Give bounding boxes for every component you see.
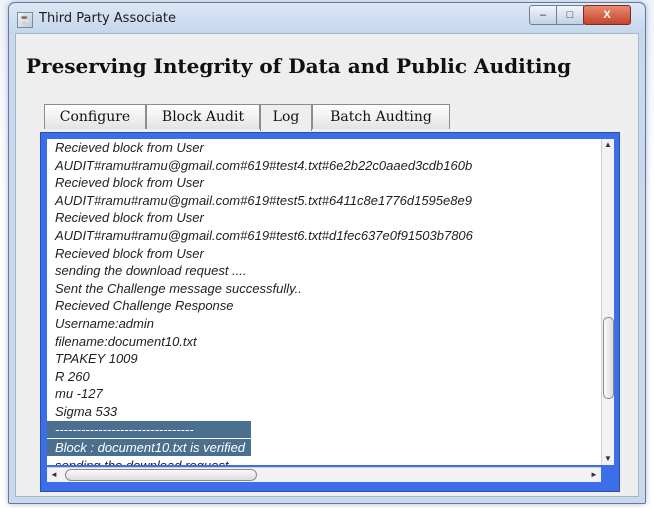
log-panel: Recieved block from User AUDIT#ramu#ramu@… (40, 132, 620, 492)
tab-block-audit[interactable]: Block Audit (146, 104, 260, 129)
tab-configure[interactable]: Configure (44, 104, 146, 129)
vertical-scroll-thumb[interactable] (603, 317, 614, 399)
scroll-left-icon[interactable]: ◄ (47, 468, 61, 482)
log-line-row: AUDIT#ramu#ramu@gmail.com#619#test5.txt#… (47, 192, 601, 210)
log-line-row: Sigma 533 (47, 403, 601, 421)
log-line-row: AUDIT#ramu#ramu@gmail.com#619#test4.txt#… (47, 157, 601, 175)
log-line-row: Recieved block from User (47, 174, 601, 192)
log-line: filename:document10.txt (55, 333, 197, 349)
log-line-row: Recieved block from User (47, 209, 601, 227)
log-line: Recieved block from User (55, 140, 204, 155)
log-line: Recieved block from User (55, 175, 204, 191)
scroll-up-icon[interactable]: ▲ (602, 139, 614, 151)
scroll-down-icon[interactable]: ▼ (602, 453, 614, 465)
log-line: sending the download request .... (55, 263, 247, 279)
log-line-row: mu -127 (47, 385, 601, 403)
scroll-right-icon[interactable]: ► (587, 468, 601, 482)
log-line-row: Block : document10.txt is verified (47, 438, 601, 457)
tab-batch-audting[interactable]: Batch Audting (312, 104, 450, 129)
maximize-button[interactable]: □ (556, 5, 584, 25)
log-line-row: R 260 (47, 368, 601, 386)
log-line: Username:admin (55, 315, 154, 331)
log-line: sending the download request .... (55, 457, 247, 466)
tab-log[interactable]: Log (260, 104, 312, 131)
log-line-row: Recieved Challenge Response (47, 297, 601, 315)
log-line-row: sending the download request .... (47, 457, 601, 466)
app-window: ☕ Third Party Associate – □ X Preserving… (8, 2, 646, 504)
client-area: Preserving Integrity of Data and Public … (15, 33, 639, 497)
log-line: mu -127 (55, 386, 103, 402)
log-line-row: -------------------------------- (47, 420, 601, 439)
log-line: AUDIT#ramu#ramu@gmail.com#619#test5.txt#… (55, 192, 472, 208)
log-line: TPAKEY 1009 (55, 351, 138, 367)
scroll-corner (601, 467, 613, 481)
log-line: AUDIT#ramu#ramu@gmail.com#619#test4.txt#… (55, 157, 473, 173)
log-line: R 260 (55, 368, 90, 384)
minimize-button[interactable]: – (529, 5, 557, 25)
log-line-selected: Block : document10.txt is verified (47, 438, 252, 457)
log-line-row: Username:admin (47, 315, 601, 333)
log-line-row: filename:document10.txt (47, 333, 601, 351)
log-line: AUDIT#ramu#ramu@gmail.com#619#test6.txt#… (55, 227, 473, 243)
log-text-area[interactable]: Recieved block from User AUDIT#ramu#ramu@… (47, 139, 601, 465)
page-title: Preserving Integrity of Data and Public … (26, 54, 572, 78)
title-bar[interactable]: ☕ Third Party Associate – □ X (9, 3, 645, 33)
window-title: Third Party Associate (39, 11, 176, 26)
java-cup-icon: ☕ (17, 12, 33, 28)
horizontal-scrollbar[interactable]: ◄ ► (47, 467, 601, 482)
close-button[interactable]: X (583, 5, 631, 25)
log-line: Sent the Challenge message successfully.… (55, 280, 302, 296)
log-line: Recieved Challenge Response (55, 298, 234, 314)
log-line-selected: -------------------------------- (47, 420, 251, 439)
log-line: Sigma 533 (55, 403, 118, 419)
log-line-row: Sent the Challenge message successfully.… (47, 280, 601, 298)
log-line-row: sending the download request .... (47, 262, 601, 280)
log-line: Recieved block from User (55, 245, 204, 261)
horizontal-scroll-thumb[interactable] (65, 469, 257, 481)
log-line-row: Recieved block from User (47, 139, 601, 157)
log-line-row: TPAKEY 1009 (47, 350, 601, 368)
log-line-row: Recieved block from User (47, 245, 601, 263)
log-line: Recieved block from User (55, 210, 204, 226)
vertical-scrollbar[interactable]: ▲ ▼ (601, 139, 614, 465)
log-line-row: AUDIT#ramu#ramu@gmail.com#619#test6.txt#… (47, 227, 601, 245)
